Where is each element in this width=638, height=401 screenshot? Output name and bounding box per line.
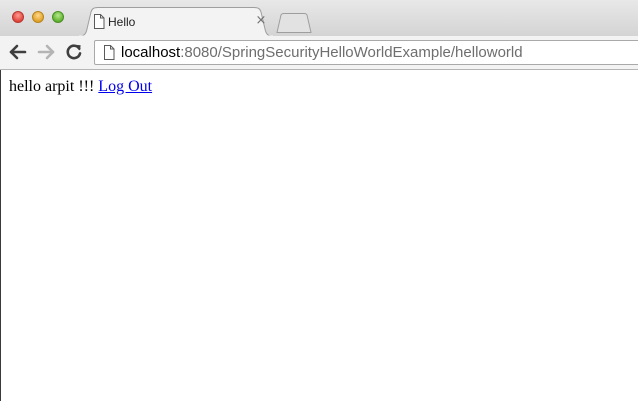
reload-button[interactable] [64,43,84,61]
browser-window: Hello × localhost:8080/SpringSecurityHel… [0,0,638,401]
document-icon [94,14,105,29]
greeting-text: hello arpit !!! [9,78,95,95]
browser-toolbar: localhost:8080/SpringSecurityHelloWorldE… [0,36,638,70]
reload-icon [66,44,82,60]
zoom-window-button[interactable] [52,11,64,23]
document-icon [104,45,115,60]
arrow-right-icon [37,44,55,60]
close-tab-icon[interactable]: × [254,13,268,29]
address-bar[interactable]: localhost:8080/SpringSecurityHelloWorldE… [94,40,638,65]
tab-hello[interactable]: Hello × [78,7,274,37]
arrow-left-icon [9,44,27,60]
new-tab-button[interactable] [276,13,312,33]
page-content: hello arpit !!! Log Out [0,70,638,401]
forward-button[interactable] [36,43,56,61]
back-button[interactable] [8,43,28,61]
tab-title: Hello [108,15,136,29]
minimize-window-button[interactable] [32,11,44,23]
close-window-button[interactable] [12,11,24,23]
logout-link[interactable]: Log Out [98,78,152,95]
url-host: localhost [121,44,181,61]
tab-strip: Hello × [0,0,638,37]
address-url[interactable]: localhost:8080/SpringSecurityHelloWorldE… [121,44,523,62]
url-path: :8080/SpringSecurityHelloWorldExample/he… [180,44,523,61]
greeting-line: hello arpit !!! Log Out [9,78,152,96]
